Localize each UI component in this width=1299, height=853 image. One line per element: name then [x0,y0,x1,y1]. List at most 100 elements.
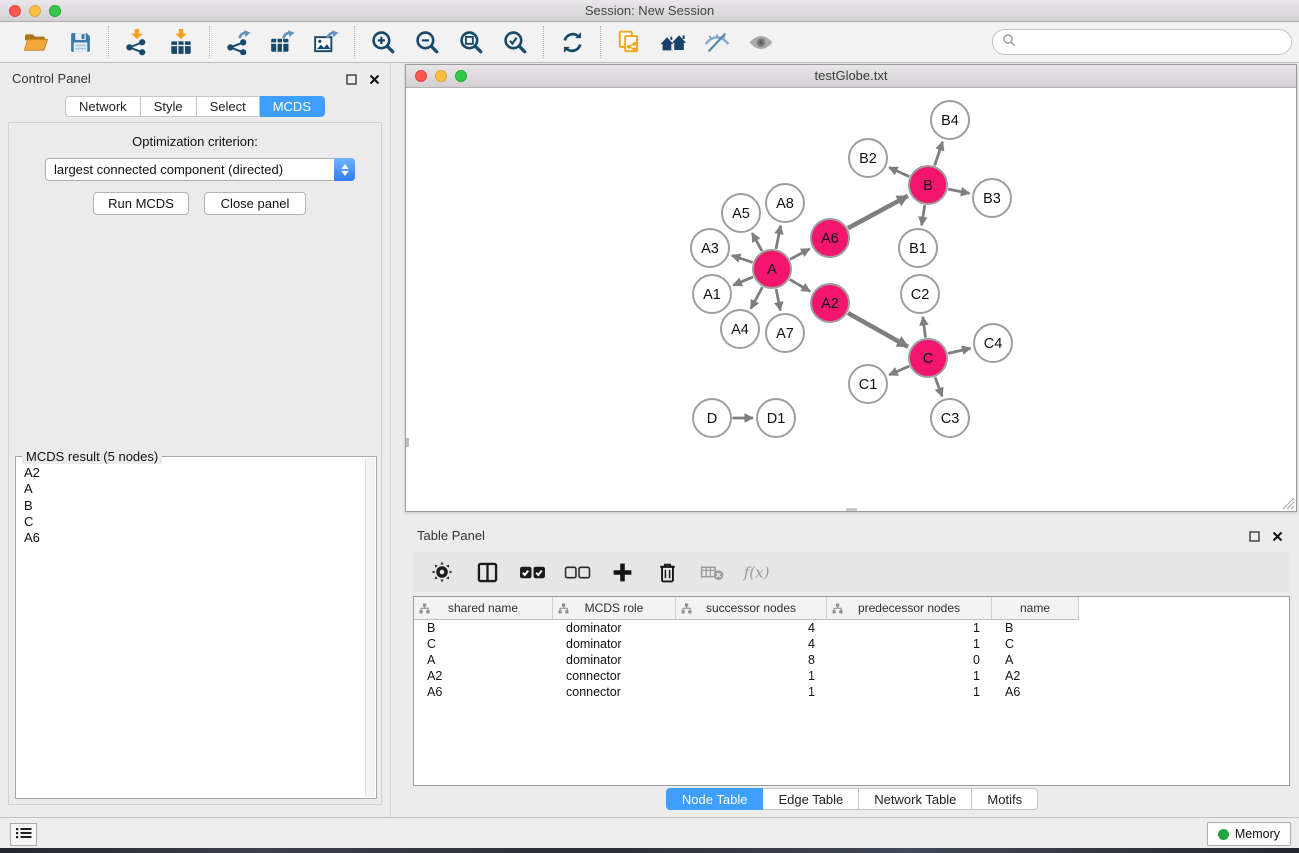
table-row-C[interactable]: Cdominator41C [414,636,1289,652]
column-header-shared-name[interactable]: shared name [414,597,553,620]
graph-node-A6[interactable]: A6 [811,219,849,257]
graph-node-A4[interactable]: A4 [721,310,759,348]
deselect-all-rows-button[interactable] [562,557,592,587]
table-cell[interactable]: A [992,653,1079,667]
criterion-dropdown[interactable]: largest connected component (directed) [45,158,355,181]
select-all-rows-button[interactable] [517,557,547,587]
tab-mcds[interactable]: MCDS [260,96,325,117]
graph-node-A[interactable]: A [753,250,791,288]
result-item[interactable]: A6 [24,530,364,546]
graph-node-B1[interactable]: B1 [899,229,937,267]
table-cell[interactable]: 0 [827,653,992,667]
table-cell[interactable]: dominator [553,653,676,667]
table-settings-button[interactable] [427,557,457,587]
column-header-name[interactable]: name [992,597,1079,620]
table-cell[interactable]: B [992,621,1079,635]
table-cell[interactable]: 1 [827,669,992,683]
home-view-button[interactable] [657,26,689,58]
table-row-A[interactable]: Adominator80A [414,652,1289,668]
export-image-button[interactable] [310,26,342,58]
graph-node-A8[interactable]: A8 [766,184,804,222]
table-cell[interactable]: 1 [827,637,992,651]
tab-edge-table[interactable]: Edge Table [763,788,859,810]
import-table-button[interactable] [165,26,197,58]
zoom-fit-button[interactable] [455,26,487,58]
result-item[interactable]: C [24,514,364,530]
result-scrollbar[interactable] [365,458,375,797]
graph-node-C1[interactable]: C1 [849,365,887,403]
hide-selected-button[interactable] [701,26,733,58]
zoom-in-button[interactable] [367,26,399,58]
graph-node-C[interactable]: C [909,339,947,377]
delete-columns-button[interactable] [652,557,682,587]
table-cell[interactable]: 4 [676,621,827,635]
zoom-selected-button[interactable] [499,26,531,58]
horizontal-scroll-thumb[interactable] [846,508,857,511]
table-cell[interactable]: connector [553,669,676,683]
graph-node-A5[interactable]: A5 [722,194,760,232]
table-cell[interactable]: dominator [553,621,676,635]
close-panel-icon[interactable] [369,72,380,90]
add-column-button[interactable] [607,557,637,587]
graph-edge-B-B3[interactable] [948,189,969,193]
graph-edge-A6-B[interactable] [848,196,908,228]
table-cell[interactable]: A6 [992,685,1079,699]
table-cell[interactable]: A [414,653,553,667]
close-table-panel-icon[interactable] [1272,529,1283,547]
memory-button[interactable]: Memory [1207,822,1291,846]
export-table-button[interactable] [266,26,298,58]
graph-edge-A-A8[interactable] [776,226,781,249]
graph-edge-C-C2[interactable] [923,317,926,338]
graph-edge-A-A6[interactable] [790,249,810,259]
column-header-successor-nodes[interactable]: successor nodes [676,597,827,620]
table-cell[interactable]: dominator [553,637,676,651]
import-network-button[interactable] [121,26,153,58]
table-cell[interactable]: A2 [992,669,1079,683]
table-row-A2[interactable]: A2connector11A2 [414,668,1289,684]
table-cell[interactable]: B [414,621,553,635]
graph-edge-A-A4[interactable] [751,287,763,309]
table-row-A6[interactable]: A6connector11A6 [414,684,1289,700]
table-cell[interactable]: 1 [676,685,827,699]
graph-edge-B-B2[interactable] [889,167,909,176]
result-item[interactable]: A [24,481,364,497]
column-header-predecessor-nodes[interactable]: predecessor nodes [827,597,992,620]
table-cell[interactable]: 4 [676,637,827,651]
show-all-button[interactable] [745,26,777,58]
table-cell[interactable]: A6 [414,685,553,699]
tab-network[interactable]: Network [65,96,141,117]
graph-edge-A-A2[interactable] [790,279,811,291]
graph-edge-B-B4[interactable] [935,142,943,166]
graph-node-C2[interactable]: C2 [901,275,939,313]
graph-edge-C-C4[interactable] [948,348,971,353]
graph-node-B4[interactable]: B4 [931,101,969,139]
graph-node-B3[interactable]: B3 [973,179,1011,217]
graph-node-A7[interactable]: A7 [766,314,804,352]
graph-edge-A-A7[interactable] [776,289,780,310]
search-field[interactable] [992,29,1292,55]
graph-node-C3[interactable]: C3 [931,399,969,437]
column-header-mcds-role[interactable]: MCDS role [553,597,676,620]
graph-node-D1[interactable]: D1 [757,399,795,437]
table-cell[interactable]: C [992,637,1079,651]
float-table-panel-icon[interactable] [1249,529,1260,547]
graph-edge-A-A1[interactable] [733,277,753,285]
graph-node-B2[interactable]: B2 [849,139,887,177]
table-cell[interactable]: A2 [414,669,553,683]
tab-style[interactable]: Style [141,96,197,117]
table-cell[interactable]: 1 [676,669,827,683]
export-network-button[interactable] [222,26,254,58]
graph-edge-A2-C[interactable] [848,313,908,347]
result-item[interactable]: B [24,498,364,514]
tab-network-table[interactable]: Network Table [859,788,972,810]
table-row-B[interactable]: Bdominator41B [414,620,1289,636]
graph-node-D[interactable]: D [693,399,731,437]
graph-node-B[interactable]: B [909,166,947,204]
search-input[interactable] [1021,32,1291,52]
graph-edge-C-C1[interactable] [889,366,909,375]
vertical-scroll-thumb[interactable] [406,438,409,447]
table-cell[interactable]: 8 [676,653,827,667]
zoom-out-button[interactable] [411,26,443,58]
graph-edge-C-C3[interactable] [935,377,942,396]
graph-node-A2[interactable]: A2 [811,284,849,322]
